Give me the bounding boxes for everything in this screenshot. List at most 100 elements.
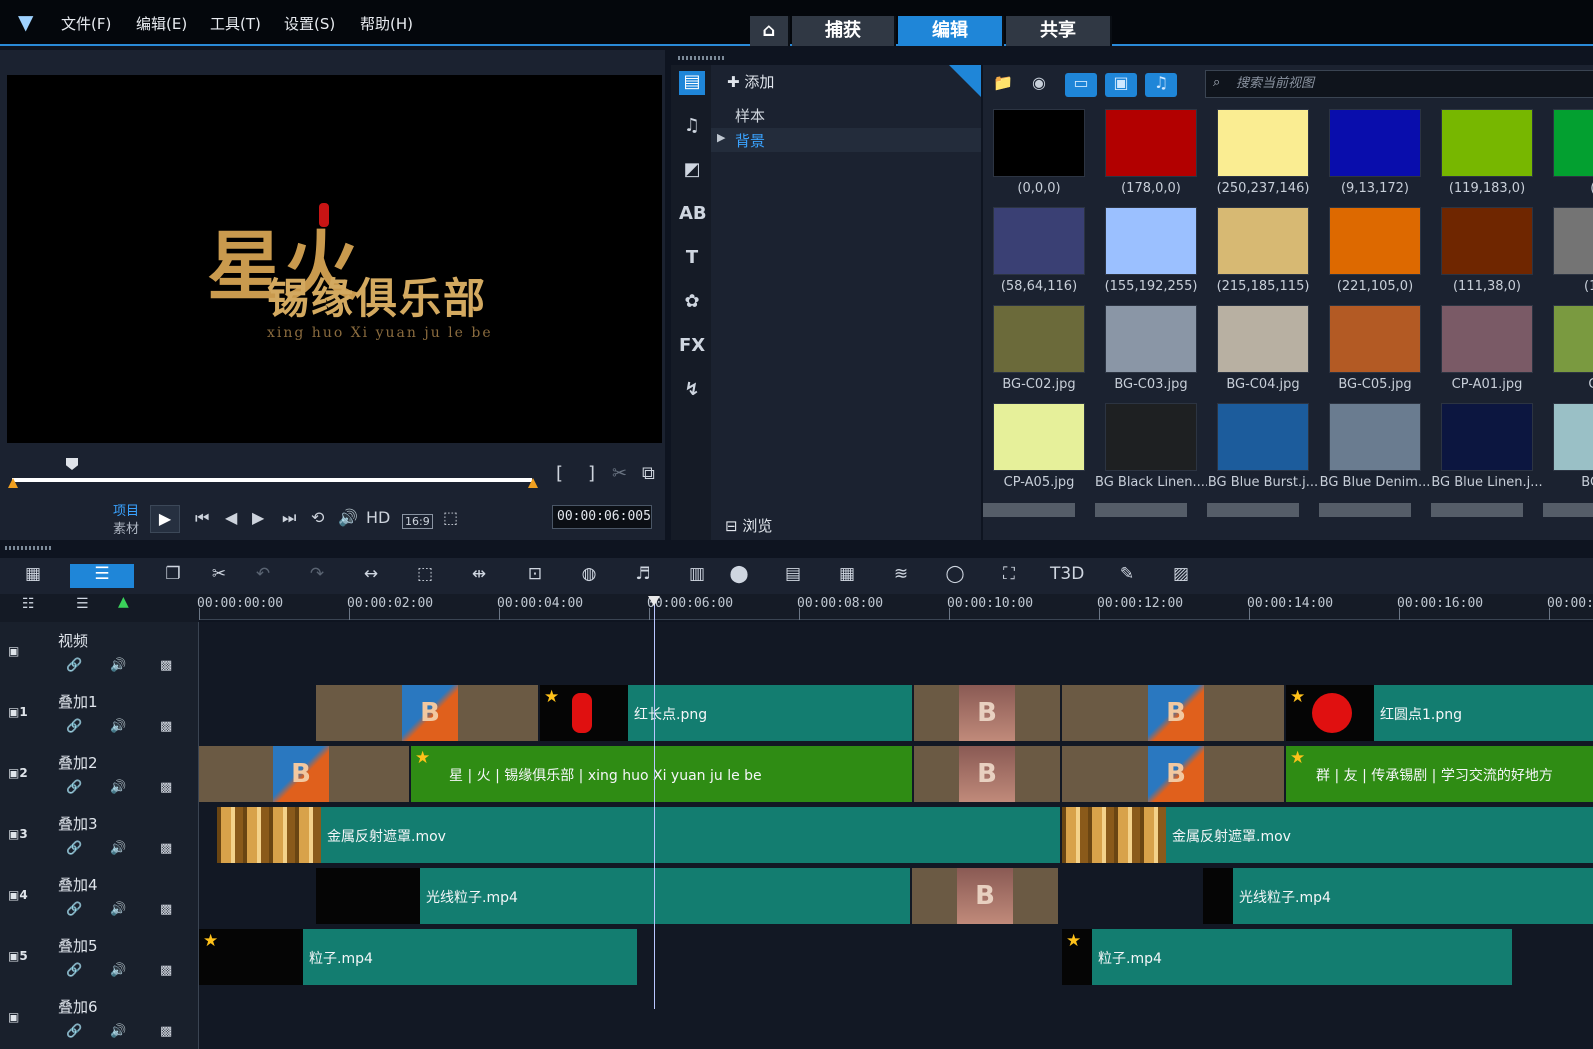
storyboard-view-icon[interactable]: ▦ (20, 564, 46, 588)
motion-path-icon[interactable]: ↯ (679, 379, 705, 403)
track-transparency-icon[interactable]: ▩ (160, 963, 172, 978)
track-manager-icon[interactable]: ☷ (22, 596, 35, 612)
timecode-display[interactable]: 00:00:06:005 (552, 505, 652, 529)
library-thumbnail[interactable]: (111,38,0) (1431, 207, 1543, 303)
library-thumbnail[interactable]: (178,0,0) (1095, 109, 1207, 205)
timeline-clip[interactable]: ★ 红圆点1.png (1286, 685, 1593, 741)
home-tab[interactable]: ⌂ (750, 16, 790, 46)
menu-file[interactable]: 文件(F) (61, 13, 111, 34)
tab-edit[interactable]: 编辑 (898, 16, 1004, 46)
multicam-icon[interactable]: ▥ (684, 564, 710, 588)
aspect-ratio-button[interactable]: 16:9 (402, 514, 433, 529)
import-folder-icon[interactable]: 📁 (987, 73, 1019, 97)
clip-mode-label[interactable]: 素材 (113, 518, 139, 537)
link-icon[interactable]: 🔗 (66, 902, 82, 917)
track-volume-icon[interactable]: 🔊 (110, 719, 126, 734)
media-library-icon[interactable]: ▤ (679, 71, 705, 95)
instant-project-icon[interactable]: ♫ (679, 115, 705, 139)
library-thumbnail[interactable]: (58,64,116) (983, 207, 1095, 303)
timeline-clip[interactable]: 光线粒子.mp4 (1203, 868, 1593, 924)
fit-project-icon[interactable]: ↔ (358, 564, 384, 588)
library-thumbnail[interactable]: (116 (1543, 207, 1593, 303)
library-thumbnail[interactable]: (119,183,0) (1431, 109, 1543, 205)
timeline-clip[interactable]: B (1062, 746, 1284, 802)
panel-grip[interactable] (5, 546, 51, 550)
tree-item-background[interactable]: 背景 (735, 130, 765, 151)
timeline-clip[interactable]: ★ 星 | 火 | 锡缘俱乐部 | xing huo Xi yuan ju le … (411, 746, 912, 802)
filter-photo-icon[interactable]: ▣ (1105, 73, 1137, 97)
track-transparency-icon[interactable]: ▩ (160, 658, 172, 673)
tree-item-samples[interactable]: 样本 (735, 105, 765, 126)
track-camera-icon[interactable]: ▣1 (8, 705, 28, 719)
timeline-ruler[interactable]: 00:00:00:00 00:00:02:00 00:00:04:00 00:00:0… (197, 594, 1593, 620)
library-thumbnail[interactable]: (9,13,172) (1319, 109, 1431, 205)
timeline-clip[interactable]: ★ 粒子.mp4 (199, 929, 637, 985)
title-t-icon[interactable]: T (679, 247, 705, 271)
library-thumbnail[interactable]: BG Blue Burst.j... (1207, 403, 1319, 499)
title-ab-icon[interactable]: AB (679, 203, 707, 227)
split-screen-icon[interactable]: ▦ (834, 564, 860, 588)
mark-in-button[interactable]: [ (556, 463, 563, 484)
link-icon[interactable]: 🔗 (66, 963, 82, 978)
timeline-clip[interactable]: ★ 群 | 友 | 传承锡剧 | 学习交流的好地方 (1286, 746, 1593, 802)
timeline-clip[interactable]: B (914, 746, 1060, 802)
track-header[interactable]: ▣3 叠加3 🔗 🔊 ▩ (0, 805, 199, 866)
motion-tracking-icon[interactable]: ≋ (888, 564, 914, 588)
fx-icon[interactable]: FX (679, 335, 705, 359)
track-header[interactable]: ▣2 叠加2 🔗 🔊 ▩ (0, 744, 199, 805)
library-thumbnail[interactable]: BG-C02.jpg (983, 305, 1095, 401)
all-tracks-icon[interactable]: ▲ (118, 594, 129, 610)
zoom-fit-icon[interactable]: ⬚ (412, 564, 438, 588)
library-thumbnail[interactable]: (250,237,146) (1207, 109, 1319, 205)
library-thumbnail[interactable]: (3, (1543, 109, 1593, 205)
render-icon[interactable]: ▨ (1168, 564, 1194, 588)
mask-icon[interactable]: ⬤ (726, 564, 752, 588)
track-header[interactable]: ▣1 叠加1 🔗 🔊 ▩ (0, 683, 199, 744)
pan-zoom-icon[interactable]: ⛶ (996, 564, 1022, 588)
tree-expand-icon[interactable]: ▶ (717, 131, 725, 144)
timeline-clip[interactable]: B (1062, 685, 1284, 741)
track-camera-icon[interactable]: ▣ (8, 1010, 19, 1024)
track-camera-icon[interactable]: ▣4 (8, 888, 28, 902)
timeline-clip[interactable]: B (912, 868, 1058, 924)
undo-icon[interactable]: ↶ (250, 564, 276, 588)
library-thumbnail[interactable]: BG Black Linen.... (1095, 403, 1207, 499)
smart-proxy-icon[interactable]: ✎ (1114, 564, 1140, 588)
timeline-clip[interactable]: 金属反射遮罩.mov (1062, 807, 1593, 863)
track-volume-icon[interactable]: 🔊 (110, 658, 126, 673)
mark-out-button[interactable]: ] (588, 463, 595, 484)
library-thumbnail[interactable]: BG Blue Linen.j... (1431, 403, 1543, 499)
track-transition-icon[interactable]: ⊡ (522, 564, 548, 588)
track-volume-icon[interactable]: 🔊 (110, 902, 126, 917)
browse-button[interactable]: ⊟ 浏览 (725, 515, 772, 536)
menu-settings[interactable]: 设置(S) (284, 13, 335, 34)
track-header[interactable]: ▣ 视频 🔗 🔊 ▩ (0, 622, 199, 683)
track-camera-icon[interactable]: ▣3 (8, 827, 28, 841)
track-volume-icon[interactable]: 🔊 (110, 963, 126, 978)
track-transparency-icon[interactable]: ▩ (160, 719, 172, 734)
library-thumbnail[interactable]: CP-A01.jpg (1431, 305, 1543, 401)
timeline-clip[interactable]: B (914, 685, 1060, 741)
link-icon[interactable]: 🔗 (66, 780, 82, 795)
track-camera-icon[interactable]: ▣5 (8, 949, 28, 963)
tab-capture[interactable]: 捕获 (792, 16, 896, 46)
track-volume-icon[interactable]: 🔊 (110, 841, 126, 856)
path-icon[interactable]: ◯ (942, 564, 968, 588)
library-thumbnail[interactable]: BG Bl (1543, 403, 1593, 499)
panel-grip[interactable] (678, 56, 724, 60)
track-header[interactable]: ▣5 叠加5 🔗 🔊 ▩ (0, 927, 199, 988)
library-thumbnail[interactable]: (0,0,0) (983, 109, 1095, 205)
3d-title-icon[interactable]: T3D (1050, 564, 1084, 588)
subtitle-icon[interactable]: ▤ (780, 564, 806, 588)
hd-toggle[interactable]: HD (366, 508, 390, 527)
track-transparency-icon[interactable]: ▩ (160, 841, 172, 856)
track-camera-icon[interactable]: ▣ (8, 644, 19, 658)
scissors-icon[interactable]: ✂ (612, 463, 627, 484)
project-mode-label[interactable]: 项目 (113, 500, 139, 519)
track-volume-icon[interactable]: 🔊 (110, 1024, 126, 1039)
tools-icon[interactable]: ✂ (206, 564, 232, 588)
ripple-edit-icon[interactable]: ⇹ (466, 564, 492, 588)
add-folder-button[interactable]: ✚ 添加 (727, 71, 774, 92)
link-icon[interactable]: 🔗 (66, 719, 82, 734)
link-icon[interactable]: 🔗 (66, 1024, 82, 1039)
